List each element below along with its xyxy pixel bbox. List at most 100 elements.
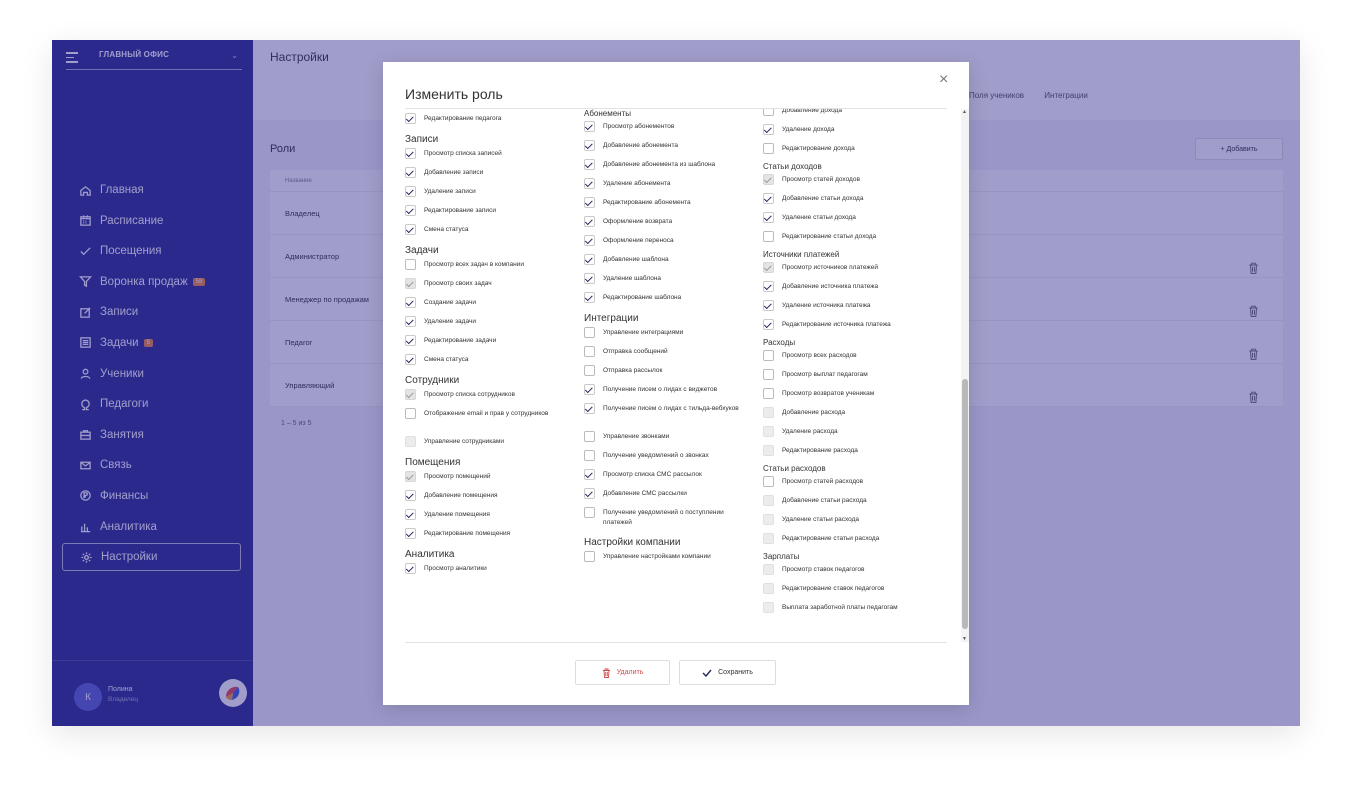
checkbox[interactable] [405,167,416,178]
checkbox[interactable] [405,205,416,216]
permission-checkbox[interactable]: Удаление источника платежа [763,300,943,311]
checkbox[interactable] [584,431,595,442]
checkbox[interactable] [763,514,774,525]
permission-checkbox[interactable]: Удаление статьи дохода [763,212,943,223]
permission-checkbox[interactable]: Оформление переноса [584,235,754,246]
checkbox[interactable] [763,583,774,594]
checkbox[interactable] [405,113,416,124]
permission-checkbox[interactable]: Просмотр списка сотрудников [405,389,575,400]
permission-checkbox[interactable]: Редактирование статьи дохода [763,231,943,242]
permission-checkbox[interactable]: Удаление задачи [405,316,575,327]
checkbox[interactable] [763,495,774,506]
permission-checkbox[interactable]: Редактирование педагога [405,113,575,124]
checkbox[interactable] [763,319,774,330]
permission-checkbox[interactable]: Выплата заработной платы педагогам [763,602,943,613]
permission-checkbox[interactable]: Редактирование записи [405,205,575,216]
checkbox[interactable] [763,124,774,135]
checkbox[interactable] [584,254,595,265]
permission-checkbox[interactable]: Удаление записи [405,186,575,197]
checkbox[interactable] [763,109,774,116]
permission-checkbox[interactable]: Удаление расхода [763,426,943,437]
checkbox[interactable] [405,186,416,197]
checkbox[interactable] [584,488,595,499]
permission-checkbox[interactable]: Редактирование шаблона [584,292,754,303]
scroll-down-icon[interactable]: ▼ [962,636,967,642]
permission-checkbox[interactable]: Добавление записи [405,167,575,178]
checkbox[interactable] [584,216,595,227]
checkbox[interactable] [584,507,595,518]
permission-checkbox[interactable]: Просмотр всех расходов [763,350,943,361]
checkbox[interactable] [405,509,416,520]
permission-checkbox[interactable]: Управление интеграциями [584,327,754,338]
permission-checkbox[interactable]: Редактирование помещения [405,528,575,539]
checkbox[interactable] [584,346,595,357]
checkbox[interactable] [763,193,774,204]
checkbox[interactable] [584,384,595,395]
permission-checkbox[interactable]: Смена статуса [405,224,575,235]
permission-checkbox[interactable]: Управление настройками компании [584,551,754,562]
checkbox[interactable] [405,259,416,270]
checkbox[interactable] [405,335,416,346]
permission-checkbox[interactable]: Добавление помещения [405,490,575,501]
permission-checkbox[interactable]: Смена статуса [405,354,575,365]
permission-checkbox[interactable]: Редактирование задачи [405,335,575,346]
checkbox[interactable] [584,469,595,480]
permission-checkbox[interactable]: Удаление абонемента [584,178,754,189]
permission-checkbox[interactable]: Получение уведомлений о поступлении плат… [584,507,754,528]
checkbox[interactable] [763,426,774,437]
checkbox[interactable] [763,300,774,311]
checkbox[interactable] [763,231,774,242]
checkbox[interactable] [584,365,595,376]
permission-checkbox[interactable]: Добавление расхода [763,407,943,418]
permission-checkbox[interactable]: Управление звонками [584,431,754,442]
permission-checkbox[interactable]: Получение писем о лидах с тильда-вебхуко… [584,403,754,414]
checkbox[interactable] [584,273,595,284]
permission-checkbox[interactable]: Просмотр списка записей [405,148,575,159]
permission-checkbox[interactable]: Редактирование дохода [763,143,943,154]
permission-checkbox[interactable]: Удаление дохода [763,124,943,135]
permission-checkbox[interactable]: Просмотр статей доходов [763,174,943,185]
permission-checkbox[interactable]: Просмотр абонементов [584,121,754,132]
permission-checkbox[interactable]: Редактирование расхода [763,445,943,456]
permission-checkbox[interactable]: Добавление статьи расхода [763,495,943,506]
checkbox[interactable] [763,533,774,544]
checkbox[interactable] [584,327,595,338]
checkbox[interactable] [763,564,774,575]
permission-checkbox[interactable]: Отправка рассылок [584,365,754,376]
permission-checkbox[interactable]: Удаление шаблона [584,273,754,284]
permission-checkbox[interactable]: Просмотр выплат педагогам [763,369,943,380]
permission-checkbox[interactable]: Просмотр источников платежей [763,262,943,273]
permission-checkbox[interactable]: Редактирование источника платежа [763,319,943,330]
checkbox[interactable] [763,445,774,456]
checkbox[interactable] [763,369,774,380]
permission-checkbox[interactable]: Редактирование абонемента [584,197,754,208]
checkbox[interactable] [763,174,774,185]
checkbox[interactable] [584,159,595,170]
permission-checkbox[interactable]: Редактирование статьи расхода [763,533,943,544]
close-icon[interactable]: × [939,72,948,88]
permission-checkbox[interactable]: Просмотр своих задач [405,278,575,289]
checkbox[interactable] [405,224,416,235]
checkbox[interactable] [763,143,774,154]
permission-checkbox[interactable]: Удаление статьи расхода [763,514,943,525]
permission-checkbox[interactable]: Отображение email и прав у сотрудников [405,408,575,419]
checkbox[interactable] [405,148,416,159]
checkbox[interactable] [763,407,774,418]
permission-checkbox[interactable]: Просмотр возвратов ученикам [763,388,943,399]
checkbox[interactable] [584,121,595,132]
checkbox[interactable] [763,476,774,487]
permission-checkbox[interactable]: Управление сотрудниками [405,436,575,447]
permission-checkbox[interactable]: Добавление статьи дохода [763,193,943,204]
checkbox[interactable] [763,602,774,613]
checkbox[interactable] [405,278,416,289]
permission-checkbox[interactable]: Добавление абонемента из шаблона [584,159,754,170]
scroll-up-icon[interactable]: ▲ [962,109,967,115]
permission-checkbox[interactable]: Просмотр аналитики [405,563,575,574]
permission-checkbox[interactable]: Редактирование ставок педагогов [763,583,943,594]
permission-checkbox[interactable]: Просмотр списка СМС рассылок [584,469,754,480]
permission-checkbox[interactable]: Просмотр помещений [405,471,575,482]
checkbox[interactable] [584,197,595,208]
checkbox[interactable] [584,292,595,303]
permission-checkbox[interactable]: Добавление дохода [763,109,943,116]
checkbox[interactable] [405,490,416,501]
